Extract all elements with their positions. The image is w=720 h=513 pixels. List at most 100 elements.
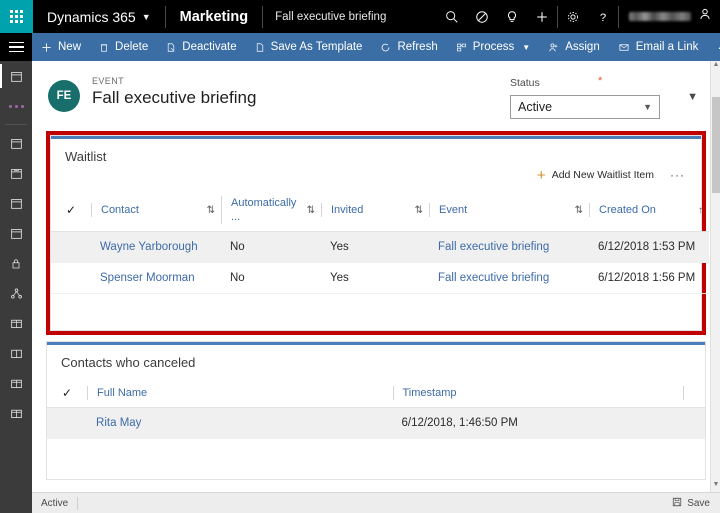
app-launcher-icon[interactable] (0, 0, 33, 33)
filter-icon[interactable] (467, 0, 497, 33)
cell-timestamp: 6/12/2018, 1:46:50 PM (392, 407, 683, 439)
rail-item-recent[interactable] (0, 61, 32, 91)
table-row[interactable]: Rita May 6/12/2018, 1:46:50 PM (47, 407, 705, 439)
command-overflow-button[interactable]: ··· (707, 33, 720, 61)
canceled-contacts-title: Contacts who canceled (61, 355, 196, 370)
cell-full-name[interactable]: Rita May (87, 407, 393, 439)
new-button-label: New (58, 41, 82, 53)
waitlist-overflow-button[interactable]: ··· (664, 168, 691, 182)
refresh-button[interactable]: Refresh (371, 33, 446, 61)
delete-button[interactable]: Delete (90, 33, 157, 61)
scroll-up-arrow-icon[interactable]: ▲ (711, 61, 720, 72)
event-link[interactable]: Fall executive briefing (438, 241, 549, 253)
cell-contact[interactable]: Wayne Yarborough (91, 231, 221, 263)
full-name-link[interactable]: Rita May (96, 417, 141, 429)
column-header-created-on[interactable]: Created On ↑ (589, 190, 709, 232)
cell-event[interactable]: Fall executive briefing (429, 231, 589, 263)
scrollbar-thumb[interactable] (712, 97, 720, 193)
deactivate-button[interactable]: Deactivate (157, 33, 245, 61)
cell-automatically: No (221, 262, 321, 294)
table-row[interactable]: Spenser Moorman No Yes Fall executive br… (51, 262, 709, 294)
rail-item-security[interactable] (0, 248, 32, 278)
column-header-automatically[interactable]: Automatically ... ⇅ (221, 190, 321, 232)
sort-up-icon[interactable]: ↑ (694, 205, 703, 216)
svg-text:?: ? (600, 11, 606, 23)
event-link[interactable]: Fall executive briefing (438, 272, 549, 284)
rail-item-card-1[interactable] (0, 308, 32, 338)
column-header-timestamp[interactable]: Timestamp (392, 380, 683, 408)
rail-item-more[interactable] (0, 91, 32, 121)
column-label: Automatically ... (221, 196, 303, 224)
form-sections: Waitlist + Add New Waitlist Item ··· ✓ C… (32, 131, 720, 480)
rail-item-events-3[interactable] (0, 188, 32, 218)
brand-label: Dynamics 365 (47, 8, 136, 25)
hamburger-menu-icon[interactable] (0, 33, 32, 61)
left-navigation-rail (0, 33, 32, 513)
rail-item-events-4[interactable] (0, 218, 32, 248)
column-header-spacer (682, 380, 705, 408)
save-as-template-button[interactable]: Save As Template (246, 33, 372, 61)
column-header-contact[interactable]: Contact ⇅ (91, 190, 221, 232)
cell-created-on: 6/12/2018 1:56 PM (589, 262, 709, 294)
select-all-checkbox[interactable]: ✓ (47, 380, 88, 408)
cell-automatically: No (221, 231, 321, 263)
column-header-invited[interactable]: Invited ⇅ (321, 190, 429, 232)
help-icon[interactable]: ? (588, 0, 618, 33)
vertical-scrollbar[interactable]: ▲ ▼ (710, 61, 720, 492)
plus-icon[interactable] (527, 0, 557, 33)
lightbulb-icon[interactable] (497, 0, 527, 33)
command-bar: New Delete Deactivate Save As Template R… (32, 33, 720, 61)
footer-save-button[interactable]: Save (662, 497, 720, 510)
cell-contact[interactable]: Spenser Moorman (91, 262, 221, 294)
status-dropdown[interactable]: Active ▼ (510, 95, 660, 119)
assign-button[interactable]: Assign (539, 33, 609, 61)
row-checkbox[interactable] (51, 262, 91, 294)
refresh-button-label: Refresh (397, 41, 438, 53)
entity-type-label: EVENT (92, 76, 125, 86)
row-checkbox[interactable] (47, 407, 88, 439)
app-name-marketing[interactable]: Marketing (166, 9, 263, 25)
rail-item-card-3[interactable] (0, 368, 32, 398)
column-header-event[interactable]: Event ⇅ (429, 190, 589, 232)
expand-header-chevron-icon[interactable]: ▼ (687, 91, 698, 103)
rail-item-card-4[interactable] (0, 398, 32, 428)
sort-updown-icon[interactable]: ⇅ (303, 205, 315, 216)
rail-item-events-2[interactable] (0, 158, 32, 188)
sort-updown-icon[interactable]: ⇅ (203, 205, 215, 216)
dynamics-365-window: Dynamics 365 ▼ Marketing Fall executive … (0, 0, 720, 513)
new-button[interactable]: New (32, 33, 90, 61)
email-a-link-button[interactable]: Email a Link (609, 33, 708, 61)
waitlist-highlight-box: Waitlist + Add New Waitlist Item ··· ✓ C… (46, 131, 709, 335)
cell-created-on: 6/12/2018 1:53 PM (589, 231, 709, 263)
status-label: Status * (510, 75, 660, 89)
rail-item-events-1[interactable] (0, 128, 32, 158)
rail-item-card-2[interactable] (0, 338, 32, 368)
search-icon[interactable] (437, 0, 467, 33)
rail-item-network[interactable] (0, 278, 32, 308)
record-form: FE EVENT Fall executive briefing Status … (32, 61, 720, 492)
column-label: Contact (91, 203, 139, 217)
brand-dynamics-365[interactable]: Dynamics 365 ▼ (33, 0, 165, 33)
footer-save-label: Save (687, 497, 710, 509)
footer-status-text: Active (32, 496, 79, 510)
cell-event[interactable]: Fall executive briefing (429, 262, 589, 294)
scroll-down-arrow-icon[interactable]: ▼ (711, 481, 720, 492)
user-account[interactable] (619, 0, 720, 33)
sort-updown-icon[interactable]: ⇅ (571, 205, 583, 216)
chevron-down-icon: ▼ (643, 102, 652, 112)
table-row[interactable]: Wayne Yarborough No Yes Fall executive b… (51, 231, 709, 263)
select-all-checkbox[interactable]: ✓ (51, 190, 91, 232)
waitlist-header-row: ✓ Contact ⇅ Automatically ... ⇅ Invited ⇅ (51, 190, 709, 232)
column-header-full-name[interactable]: Full Name (87, 380, 393, 408)
contact-link[interactable]: Spenser Moorman (100, 272, 195, 284)
contact-link[interactable]: Wayne Yarborough (100, 241, 198, 253)
process-button[interactable]: Process ▼ (447, 33, 539, 61)
gear-icon[interactable] (558, 0, 588, 33)
breadcrumb-record-name: Fall executive briefing (275, 10, 387, 23)
sort-updown-icon[interactable]: ⇅ (411, 205, 423, 216)
waitlist-card: Waitlist + Add New Waitlist Item ··· ✓ C… (50, 135, 709, 331)
canceled-contacts-card: Contacts who canceled ✓ Full Name Timest… (46, 341, 706, 480)
avatar[interactable] (698, 7, 712, 26)
row-checkbox[interactable] (51, 231, 91, 263)
add-new-waitlist-item-button[interactable]: + Add New Waitlist Item (531, 166, 660, 185)
